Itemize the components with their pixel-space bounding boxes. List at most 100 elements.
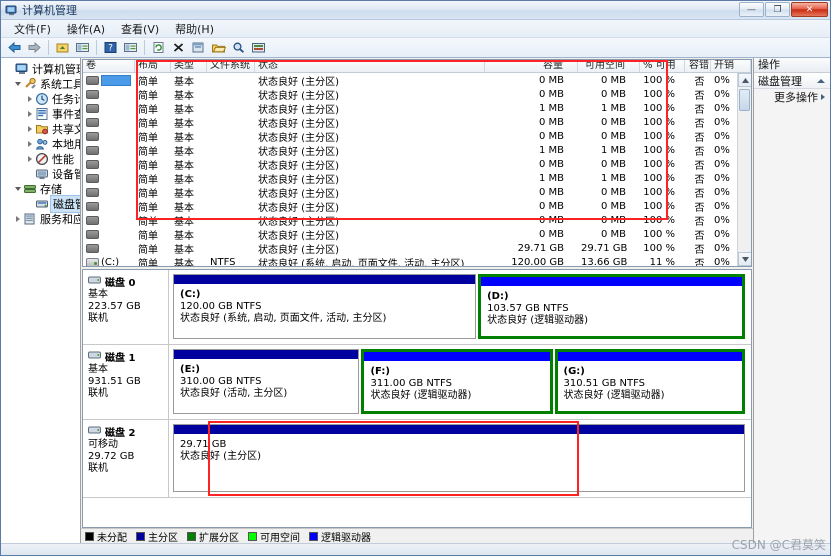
table-row[interactable]: 简单基本状态良好 (主分区)0 MB0 MB100 %否0% — [83, 199, 751, 213]
cell-capacity: 1 MB — [485, 145, 578, 156]
device-manager-icon — [35, 167, 49, 181]
new-window-icon[interactable] — [189, 39, 208, 57]
menu-file[interactable]: 文件(F) — [7, 20, 58, 38]
partition-block[interactable]: (G:)310.51 GB NTFS状态良好 (逻辑驱动器) — [555, 349, 745, 414]
partition-block[interactable]: (F:)311.00 GB NTFS状态良好 (逻辑驱动器) — [361, 349, 552, 414]
expander-right-icon[interactable] — [24, 108, 35, 119]
column-header-overhead[interactable]: 开销 — [711, 60, 751, 72]
disk-panel[interactable]: 磁盘 2可移动29.72 GB联机29.71 GB状态良好 (主分区) — [83, 420, 751, 498]
column-header-volume[interactable]: 卷 — [83, 60, 135, 72]
cell-status: 状态良好 (主分区) — [255, 213, 485, 228]
sidebar-item-device-manager[interactable]: 设备管理器 — [4, 166, 80, 181]
expander-down-icon[interactable] — [12, 183, 23, 194]
cell-free-space: 1 MB — [578, 173, 640, 184]
expander-right-icon[interactable] — [24, 153, 35, 164]
partition-block[interactable]: (E:)310.00 GB NTFS状态良好 (活动, 主分区) — [173, 349, 359, 414]
cell-percent-free: 100 % — [640, 229, 685, 240]
scrollbar-thumb[interactable] — [739, 89, 750, 111]
column-header-status[interactable]: 状态 — [255, 60, 485, 72]
cell-percent-free: 100 % — [640, 103, 685, 114]
menu-bar: 文件(F) 操作(A) 查看(V) 帮助(H) — [1, 20, 830, 38]
delete-icon[interactable] — [169, 39, 188, 57]
action-more-actions[interactable]: 更多操作 — [754, 89, 830, 105]
expander-right-icon[interactable] — [12, 213, 23, 224]
table-row[interactable]: (C:)简单基本NTFS状态良好 (系统, 启动, 页面文件, 活动, 主分区)… — [83, 255, 751, 266]
cell-capacity: 0 MB — [485, 131, 578, 142]
column-header-type[interactable]: 类型 — [171, 60, 207, 72]
disk-management-pane: 卷 布局 类型 文件系统 状态 容量 可用空间 % 可用 容错 开销 简单基本状… — [81, 58, 754, 543]
menu-help[interactable]: 帮助(H) — [168, 20, 221, 38]
table-row[interactable]: 简单基本状态良好 (主分区)0 MB0 MB100 %否0% — [83, 213, 751, 227]
menu-action[interactable]: 操作(A) — [60, 20, 112, 38]
sidebar-label: 设备管理器 — [52, 166, 81, 182]
partition-block[interactable]: (C:)120.00 GB NTFS状态良好 (系统, 启动, 页面文件, 活动… — [173, 274, 476, 339]
expander-right-icon[interactable] — [24, 93, 35, 104]
up-folder-icon[interactable] — [53, 39, 72, 57]
disk-size: 29.72 GB — [88, 451, 163, 463]
sidebar-item-shared-folders[interactable]: 共享文件夹 — [4, 121, 80, 136]
table-row[interactable]: 简单基本状态良好 (主分区)29.71 GB29.71 GB100 %否0% — [83, 241, 751, 255]
menu-view[interactable]: 查看(V) — [114, 20, 166, 38]
column-header-layout[interactable]: 布局 — [135, 60, 171, 72]
tree-root-computer-management[interactable]: 计算机管理(本地) — [4, 61, 80, 76]
disk-management-icon — [35, 197, 49, 211]
table-row[interactable]: 简单基本状态良好 (主分区)1 MB1 MB100 %否0% — [83, 143, 751, 157]
search-icon[interactable] — [229, 39, 248, 57]
refresh-icon[interactable] — [149, 39, 168, 57]
table-row[interactable]: 简单基本状态良好 (主分区)0 MB0 MB100 %否0% — [83, 157, 751, 171]
column-header-free-space[interactable]: 可用空间 — [578, 60, 640, 72]
sidebar-item-services-applications[interactable]: 服务和应用程序 — [4, 211, 80, 226]
scroll-up-icon[interactable] — [738, 73, 752, 87]
expander-right-icon[interactable] — [24, 138, 35, 149]
volume-list[interactable]: 卷 布局 类型 文件系统 状态 容量 可用空间 % 可用 容错 开销 简单基本状… — [82, 59, 752, 267]
cell-percent-free: 100 % — [640, 145, 685, 156]
sidebar-item-task-scheduler[interactable]: 任务计划程序 — [4, 91, 80, 106]
cell-layout: 简单 — [135, 143, 171, 158]
column-header-percent-free[interactable]: % 可用 — [640, 60, 685, 72]
partition-block[interactable]: 29.71 GB状态良好 (主分区) — [173, 424, 745, 492]
table-row[interactable]: 简单基本状态良好 (主分区)1 MB1 MB100 %否0% — [83, 171, 751, 185]
partition-capacity-bar — [481, 277, 742, 286]
table-row[interactable]: 简单基本状态良好 (主分区)0 MB0 MB100 %否0% — [83, 185, 751, 199]
cell-filesystem: NTFS — [207, 257, 255, 267]
disk-panel[interactable]: 磁盘 1基本931.51 GB联机(E:)310.00 GB NTFS状态良好 … — [83, 345, 751, 420]
properties-icon[interactable] — [121, 39, 140, 57]
sidebar-item-performance[interactable]: 性能 — [4, 151, 80, 166]
table-row[interactable]: 简单基本状态良好 (主分区)0 MB0 MB100 %否0% — [83, 129, 751, 143]
volume-list-scrollbar[interactable] — [737, 73, 751, 266]
minimize-button[interactable]: — — [739, 2, 764, 17]
table-row[interactable]: 简单基本状态良好 (主分区)1 MB1 MB100 %否0% — [83, 101, 751, 115]
forward-icon[interactable] — [25, 39, 44, 57]
disk-panel[interactable]: 磁盘 0基本223.57 GB联机(C:)120.00 GB NTFS状态良好 … — [83, 270, 751, 345]
navigation-tree[interactable]: 计算机管理(本地) 系统工具 任务计划程序 — [1, 58, 81, 543]
back-icon[interactable] — [5, 39, 24, 57]
maximize-button[interactable]: ❐ — [765, 2, 790, 17]
cell-layout: 简单 — [135, 101, 171, 116]
scroll-down-icon[interactable] — [738, 252, 752, 266]
sidebar-item-disk-management[interactable]: 磁盘管理 — [4, 196, 80, 211]
column-header-capacity[interactable]: 容量 — [485, 60, 578, 72]
rescan-disks-icon[interactable] — [249, 39, 268, 57]
column-header-fault-tolerance[interactable]: 容错 — [685, 60, 711, 72]
column-header-filesystem[interactable]: 文件系统 — [207, 60, 255, 72]
close-button[interactable]: ✕ — [791, 2, 828, 17]
table-row[interactable]: 简单基本状态良好 (主分区)0 MB0 MB100 %否0% — [83, 227, 751, 241]
partition-block[interactable]: (D:)103.57 GB NTFS状态良好 (逻辑驱动器) — [478, 274, 745, 339]
cell-type: 基本 — [171, 101, 207, 116]
actions-section-disk-management[interactable]: 磁盘管理 — [754, 73, 830, 89]
open-folder-icon[interactable] — [209, 39, 228, 57]
table-row[interactable]: 简单基本状态良好 (主分区)0 MB0 MB100 %否0% — [83, 87, 751, 101]
sidebar-item-local-users-groups[interactable]: 本地用户和组 — [4, 136, 80, 151]
help-icon[interactable]: ? — [101, 39, 120, 57]
sidebar-item-event-viewer[interactable]: 事件查看器 — [4, 106, 80, 121]
graphical-disk-view[interactable]: 磁盘 0基本223.57 GB联机(C:)120.00 GB NTFS状态良好 … — [82, 269, 752, 528]
expander-right-icon[interactable] — [24, 123, 35, 134]
show-hide-tree-icon[interactable] — [73, 39, 92, 57]
table-row[interactable]: 简单基本状态良好 (主分区)0 MB0 MB100 %否0% — [83, 115, 751, 129]
table-row[interactable]: 简单基本状态良好 (主分区)0 MB0 MB100 %否0% — [83, 73, 751, 87]
expander-down-icon[interactable] — [12, 78, 23, 89]
partition-letter: (D:) — [487, 291, 736, 303]
chevron-up-icon[interactable] — [817, 79, 825, 83]
sidebar-item-system-tools[interactable]: 系统工具 — [4, 76, 80, 91]
chevron-right-icon[interactable] — [821, 94, 825, 100]
